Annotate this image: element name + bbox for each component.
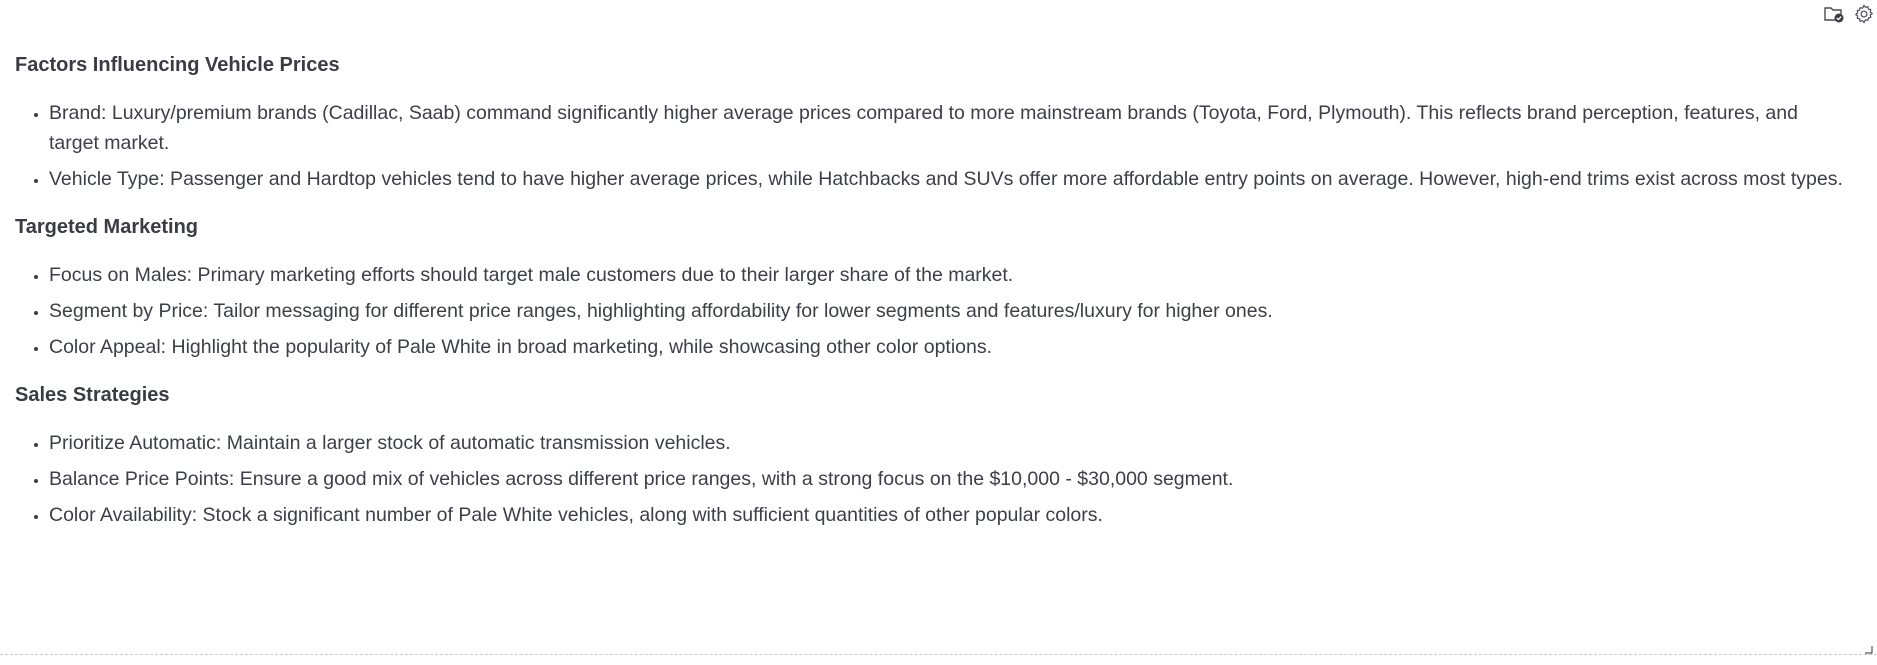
cell-toolbar [1821, 4, 1877, 28]
list-item: Segment by Price: Tailor messaging for d… [49, 296, 1845, 326]
settings-button[interactable] [1851, 4, 1877, 28]
section-heading-targeted-marketing: Targeted Marketing [15, 216, 198, 238]
list-item: Focus on Males: Primary marketing effort… [49, 260, 1845, 290]
markdown-output-panel: Factors Influencing Vehicle Prices Brand… [0, 0, 1877, 665]
panel-divider [0, 654, 1877, 655]
list-item: Color Availability: Stock a significant … [49, 500, 1845, 530]
sales-strategies-list: Prioritize Automatic: Maintain a larger … [15, 428, 1845, 530]
price-factors-list: Brand: Luxury/premium brands (Cadillac, … [15, 98, 1845, 194]
list-item: Brand: Luxury/premium brands (Cadillac, … [49, 98, 1845, 158]
resize-handle[interactable] [1863, 641, 1873, 654]
markdown-content: Factors Influencing Vehicle Prices Brand… [15, 48, 1845, 546]
gear-icon [1853, 3, 1875, 30]
list-item: Vehicle Type: Passenger and Hardtop vehi… [49, 164, 1845, 194]
list-item: Prioritize Automatic: Maintain a larger … [49, 428, 1845, 458]
list-item: Balance Price Points: Ensure a good mix … [49, 464, 1845, 494]
folder-check-icon [1823, 4, 1845, 29]
targeted-marketing-list: Focus on Males: Primary marketing effort… [15, 260, 1845, 362]
section-heading-price-factors: Factors Influencing Vehicle Prices [15, 54, 340, 76]
list-item: Color Appeal: Highlight the popularity o… [49, 332, 1845, 362]
section-heading-sales-strategies: Sales Strategies [15, 384, 170, 406]
folder-check-button[interactable] [1821, 4, 1847, 28]
